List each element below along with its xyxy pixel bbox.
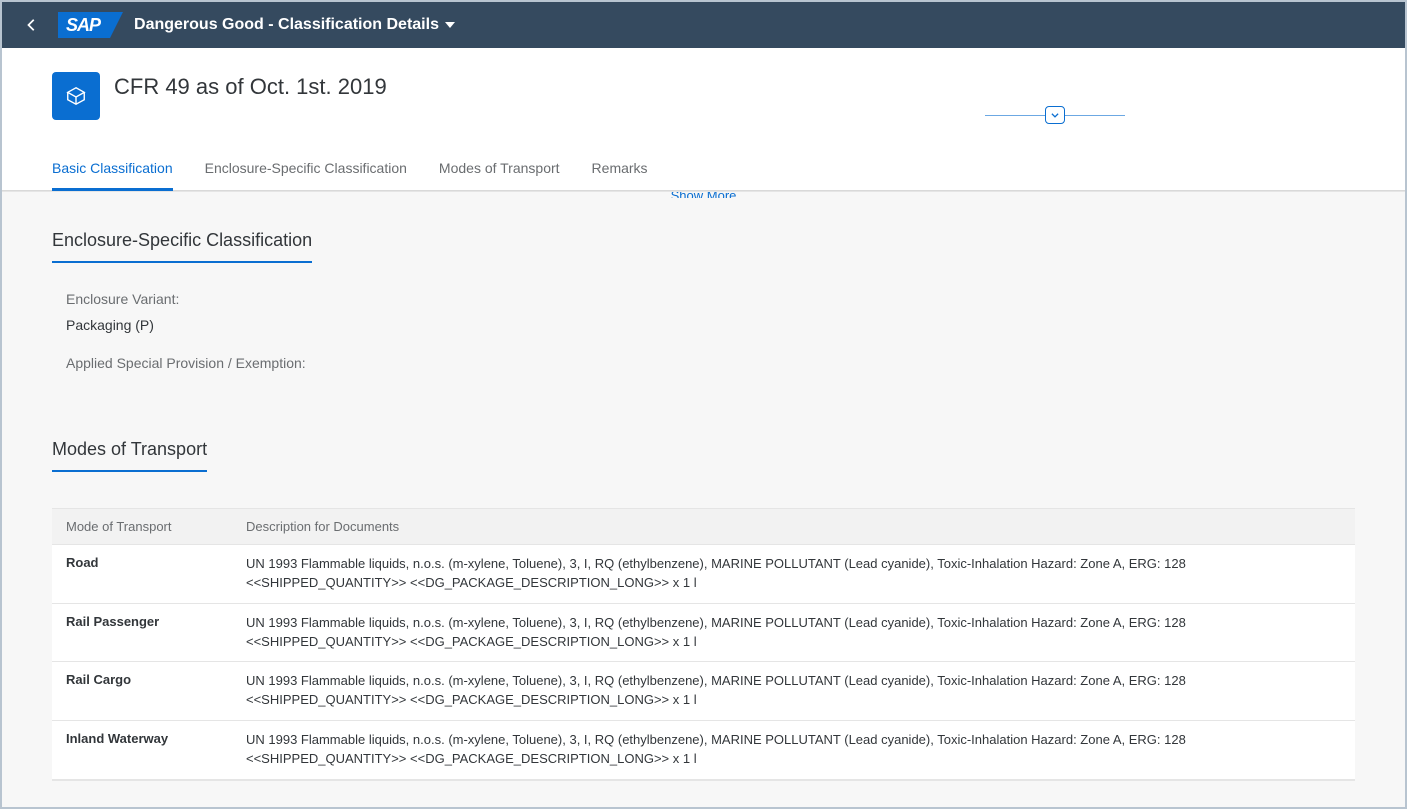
enclosure-variant-label: Enclosure Variant: [52,291,1355,307]
app-window: SAP Dangerous Good - Classification Deta… [0,0,1407,809]
decoration-line [985,115,1045,116]
col-mode: Mode of Transport [52,509,232,545]
show-more-hint[interactable]: Show More [2,191,1405,198]
cell-mode: Rail Passenger [52,603,232,662]
shell-title-text: Dangerous Good - Classification Details [134,16,439,34]
page-title: CFR 49 as of Oct. 1st. 2019 [114,72,387,100]
chevron-down-icon [445,20,455,30]
section-title-enclosure: Enclosure-Specific Classification [52,202,312,263]
table-row[interactable]: Road UN 1993 Flammable liquids, n.o.s. (… [52,545,1355,604]
enclosure-variant-value: Packaging (P) [52,317,1355,333]
chevron-down-icon [1050,110,1060,120]
shell-bar: SAP Dangerous Good - Classification Deta… [2,2,1405,48]
tab-basic-classification[interactable]: Basic Classification [52,154,173,191]
section-modes: Modes of Transport Mode of Transport Des… [2,411,1405,781]
cell-mode: Road [52,545,232,604]
modes-table-wrap: Mode of Transport Description for Docume… [52,508,1355,781]
anchor-tab-bar: Basic Classification Enclosure-Specific … [2,154,1405,191]
chevron-box [1045,106,1065,124]
tab-remarks[interactable]: Remarks [592,154,648,190]
tab-enclosure-specific[interactable]: Enclosure-Specific Classification [205,154,407,190]
sap-logo[interactable]: SAP [58,12,110,38]
modes-table: Mode of Transport Description for Docume… [52,509,1355,780]
section-title-modes: Modes of Transport [52,411,207,472]
table-row[interactable]: Rail Passenger UN 1993 Flammable liquids… [52,603,1355,662]
title-row: CFR 49 as of Oct. 1st. 2019 [52,72,1355,120]
table-row[interactable]: Inland Waterway UN 1993 Flammable liquid… [52,721,1355,780]
sap-logo-text: SAP [66,15,100,36]
cube-icon [65,85,87,107]
cell-desc: UN 1993 Flammable liquids, n.o.s. (m-xyl… [232,545,1355,604]
cell-mode: Inland Waterway [52,721,232,780]
cell-desc: UN 1993 Flammable liquids, n.o.s. (m-xyl… [232,721,1355,780]
decoration-line [1065,115,1125,116]
header-collapse-toggle[interactable] [985,106,1125,124]
provision-label: Applied Special Provision / Exemption: [52,355,1355,371]
object-page-header: CFR 49 as of Oct. 1st. 2019 [2,48,1405,154]
table-header-row: Mode of Transport Description for Docume… [52,509,1355,545]
col-desc: Description for Documents [232,509,1355,545]
cell-mode: Rail Cargo [52,662,232,721]
chevron-left-icon [25,18,39,32]
back-button[interactable] [14,7,50,43]
cell-desc: UN 1993 Flammable liquids, n.o.s. (m-xyl… [232,603,1355,662]
tab-modes-of-transport[interactable]: Modes of Transport [439,154,560,190]
section-enclosure: Enclosure-Specific Classification Enclos… [2,202,1405,371]
shell-title-dropdown[interactable]: Dangerous Good - Classification Details [134,16,455,34]
cell-desc: UN 1993 Flammable liquids, n.o.s. (m-xyl… [232,662,1355,721]
object-avatar [52,72,100,120]
table-row[interactable]: Rail Cargo UN 1993 Flammable liquids, n.… [52,662,1355,721]
content-area: Show More Enclosure-Specific Classificat… [2,191,1405,807]
